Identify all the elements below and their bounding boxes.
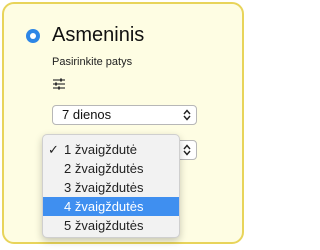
rating-option-label: 5 žvaigždutės	[64, 218, 144, 233]
up-down-arrows-icon	[183, 109, 191, 121]
rating-option-label: 2 žvaigždutės	[64, 161, 144, 176]
sliders-icon[interactable]	[52, 77, 66, 91]
rating-option-3[interactable]: 3 žvaigždutės	[43, 178, 179, 197]
rating-option-5[interactable]: 5 žvaigždutės	[43, 216, 179, 235]
checkmark-icon: ✓	[48, 142, 59, 157]
personal-option-card[interactable]: Asmeninis Pasirinkite patys 7 dienos ✓ 1…	[2, 2, 244, 244]
radio-selected-icon[interactable]	[26, 29, 40, 43]
rating-option-2[interactable]: 2 žvaigždutės	[43, 159, 179, 178]
rating-option-label: 1 žvaigždutė	[64, 142, 137, 157]
rating-option-4[interactable]: 4 žvaigždutės	[43, 197, 179, 216]
up-down-arrows-icon	[183, 144, 191, 156]
period-select-value: 7 dienos	[62, 107, 112, 122]
rating-dropdown-menu: ✓ 1 žvaigždutė 2 žvaigždutės 3 žvaigždut…	[42, 134, 180, 238]
period-select[interactable]: 7 dienos	[52, 105, 197, 125]
option-subtitle: Pasirinkite patys	[52, 56, 133, 68]
radio-dot	[30, 33, 36, 39]
rating-option-label: 4 žvaigždutės	[64, 199, 144, 214]
rating-option-1[interactable]: ✓ 1 žvaigždutė	[43, 140, 179, 159]
option-title: Asmeninis	[52, 24, 145, 46]
rating-option-label: 3 žvaigždutės	[64, 180, 144, 195]
